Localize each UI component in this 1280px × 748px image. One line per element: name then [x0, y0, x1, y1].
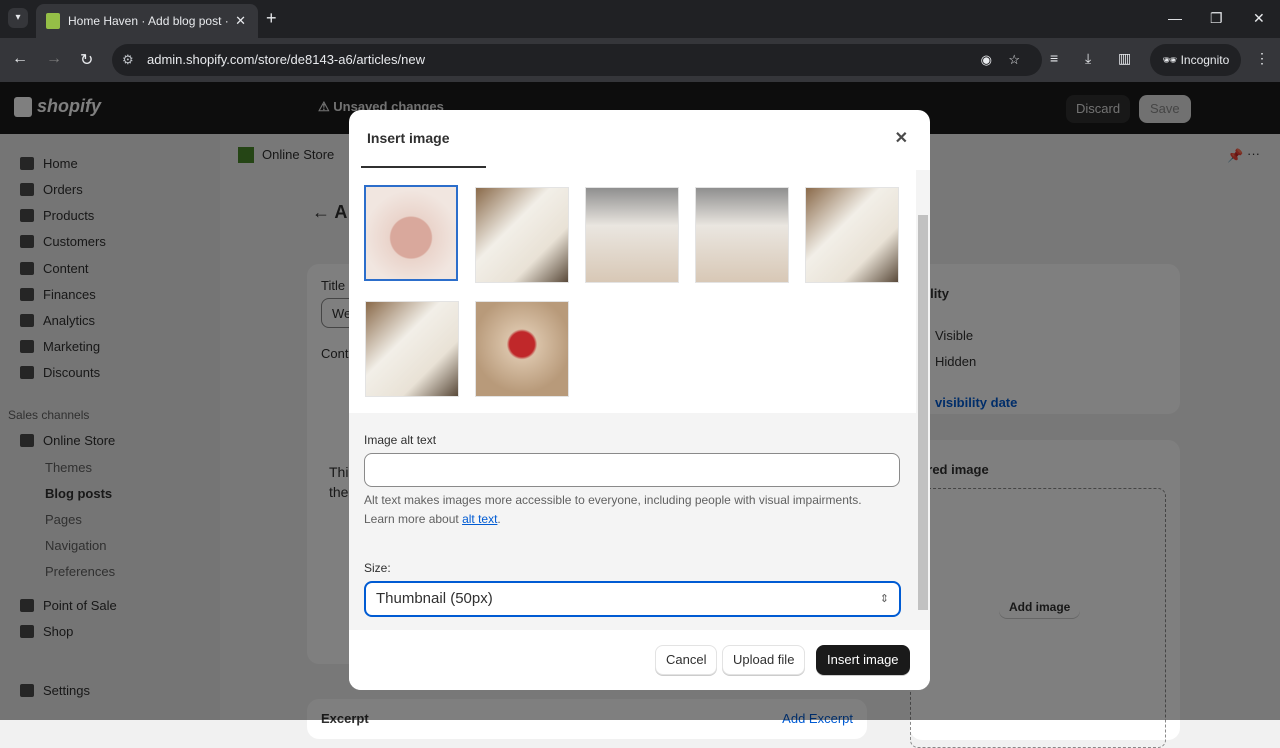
image-thumbnail[interactable] [805, 187, 899, 283]
modal-header: Insert image ✕ [349, 110, 930, 166]
incognito-icon: 🕶 [1162, 53, 1181, 67]
close-icon[interactable]: ✕ [895, 128, 908, 148]
sidepanel-icon[interactable]: ▥ [1118, 50, 1131, 67]
forward-icon[interactable]: → [46, 50, 62, 68]
image-thumbnail[interactable] [364, 185, 458, 281]
alt-text-help: Alt text makes images more accessible to… [364, 493, 862, 526]
image-options: Image alt text Alt text makes images mor… [349, 413, 916, 630]
alt-text-link[interactable]: alt text [462, 512, 497, 526]
restore-icon[interactable]: ❐ [1210, 10, 1223, 27]
browser-tabbar: ▾ Home Haven · Add blog post · Shopify ✕… [0, 0, 1280, 38]
upload-file-button[interactable]: Upload file [722, 645, 806, 675]
menu-icon[interactable]: ⋮ [1255, 50, 1269, 67]
tab-title: Home Haven · Add blog post · Shopify [68, 14, 228, 28]
help-text: Alt text makes images more accessible to… [364, 493, 862, 526]
alt-text-label: Image alt text [364, 433, 437, 447]
modal-scrollbar[interactable] [916, 170, 930, 630]
size-select[interactable]: Thumbnail (50px) ⇕ [364, 581, 901, 617]
minimize-icon[interactable]: — [1168, 10, 1182, 26]
download-icon[interactable]: ⤓ [1085, 50, 1091, 67]
address-bar-row: ← → ↻ ⚙ admin.shopify.com/store/de8143-a… [0, 38, 1280, 82]
new-tab-button[interactable]: + [266, 8, 277, 29]
site-settings-icon[interactable]: ⚙ [122, 44, 134, 76]
image-thumbnail[interactable] [695, 187, 789, 283]
select-chevron-icon: ⇕ [879, 593, 889, 605]
alt-text-input[interactable] [364, 453, 900, 487]
modal-title: Insert image [367, 130, 450, 146]
eye-off-icon[interactable]: ◉ [981, 44, 992, 76]
back-icon[interactable]: ← [12, 50, 28, 68]
shopify-favicon-icon [46, 13, 60, 29]
size-value: Thumbnail (50px) [376, 590, 493, 607]
browser-tab[interactable]: Home Haven · Add blog post · Shopify ✕ [36, 4, 258, 38]
cancel-button[interactable]: Cancel [655, 645, 718, 675]
tab-indicator [361, 166, 486, 168]
image-thumbnail[interactable] [475, 187, 569, 283]
reload-icon[interactable]: ↻ [80, 50, 93, 70]
image-thumbnail[interactable] [365, 301, 459, 397]
scrollbar-thumb[interactable] [918, 215, 928, 610]
size-label: Size: [364, 561, 391, 575]
tab-search-button[interactable]: ▾ [8, 8, 28, 28]
insert-image-button[interactable]: Insert image [816, 645, 910, 675]
star-icon[interactable]: ☆ [1008, 44, 1020, 76]
image-thumbnail[interactable] [585, 187, 679, 283]
profile-label: Incognito [1180, 53, 1230, 67]
image-thumbnail[interactable] [475, 301, 569, 397]
url-input[interactable]: ⚙ admin.shopify.com/store/de8143-a6/arti… [112, 44, 1042, 76]
incognito-badge[interactable]: 🕶 Incognito [1150, 44, 1242, 76]
close-window-icon[interactable]: ✕ [1253, 10, 1265, 27]
close-tab-icon[interactable]: ✕ [235, 13, 246, 29]
url-text: admin.shopify.com/store/de8143-a6/articl… [147, 52, 425, 67]
modal-footer: Cancel Upload file Insert image [349, 630, 930, 690]
insert-image-modal: Insert image ✕ Image alt text Alt text ma… [349, 110, 930, 690]
image-grid [349, 170, 916, 413]
media-icon[interactable]: ≡ [1050, 50, 1058, 66]
